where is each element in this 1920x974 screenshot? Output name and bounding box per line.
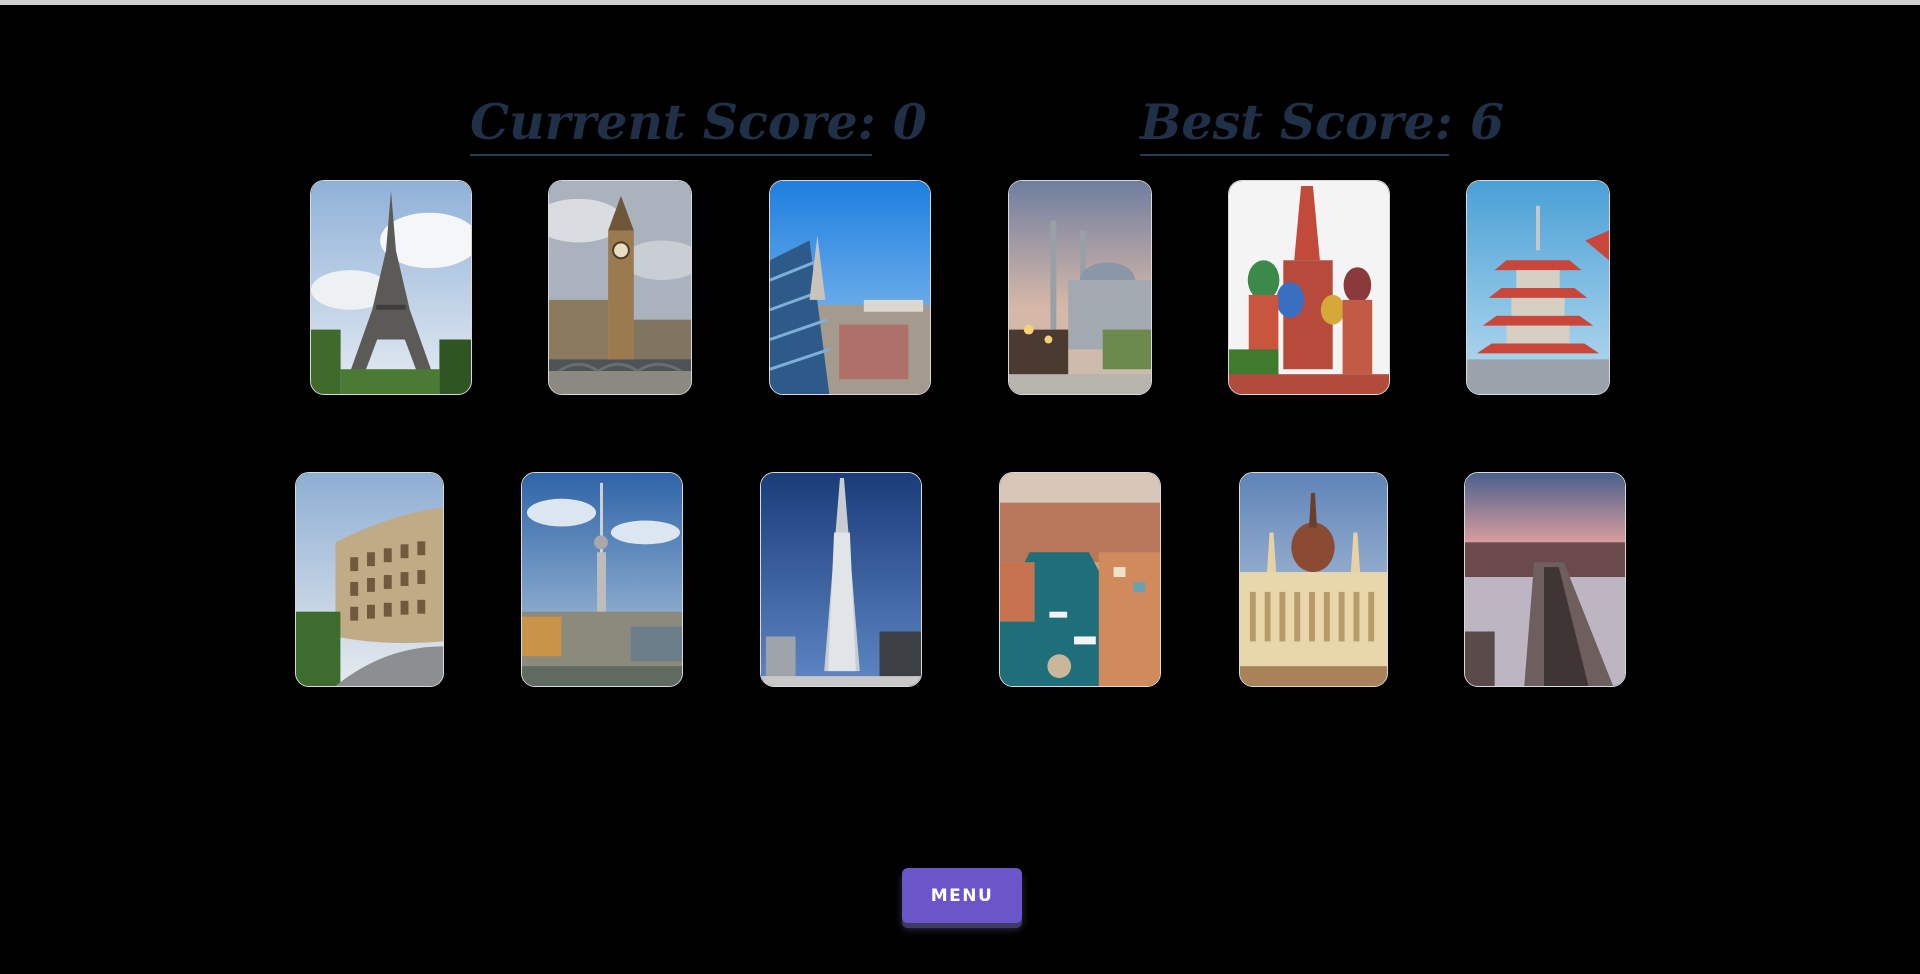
blue-mosque-image xyxy=(1009,181,1151,394)
japanese-pagoda-card[interactable] xyxy=(1466,180,1610,395)
copenhagen-harbor-card[interactable] xyxy=(999,472,1161,687)
big-ben-image xyxy=(549,181,691,394)
eiffel-tower-card[interactable] xyxy=(310,180,472,395)
blue-mosque-card[interactable] xyxy=(1008,180,1152,395)
berlin-tv-tower-image xyxy=(522,473,682,686)
colosseum-card[interactable] xyxy=(295,472,444,687)
charles-bridge-card[interactable] xyxy=(1464,472,1626,687)
hungarian-parliament-image xyxy=(1240,473,1387,686)
st-basils-cathedral-card[interactable] xyxy=(1228,180,1390,395)
hungarian-parliament-card[interactable] xyxy=(1239,472,1388,687)
japanese-pagoda-image xyxy=(1467,181,1609,394)
best-score: Best Score: 6 xyxy=(1140,92,1504,156)
eiffel-tower-image xyxy=(311,181,471,394)
colosseum-image xyxy=(296,473,443,686)
big-ben-card[interactable] xyxy=(548,180,692,395)
charles-bridge-image xyxy=(1465,473,1625,686)
burj-khalifa-card[interactable] xyxy=(760,472,922,687)
berlin-tv-tower-card[interactable] xyxy=(521,472,683,687)
browser-top-bar xyxy=(0,0,1920,5)
burj-khalifa-image xyxy=(761,473,921,686)
st-basils-cathedral-image xyxy=(1229,181,1389,394)
menu-button[interactable]: MENU xyxy=(902,868,1022,923)
current-score: Current Score: 0 xyxy=(470,92,927,156)
copenhagen-harbor-image xyxy=(1000,473,1160,686)
st-stephens-cathedral-card[interactable] xyxy=(769,180,931,395)
st-stephens-cathedral-image xyxy=(770,181,930,394)
